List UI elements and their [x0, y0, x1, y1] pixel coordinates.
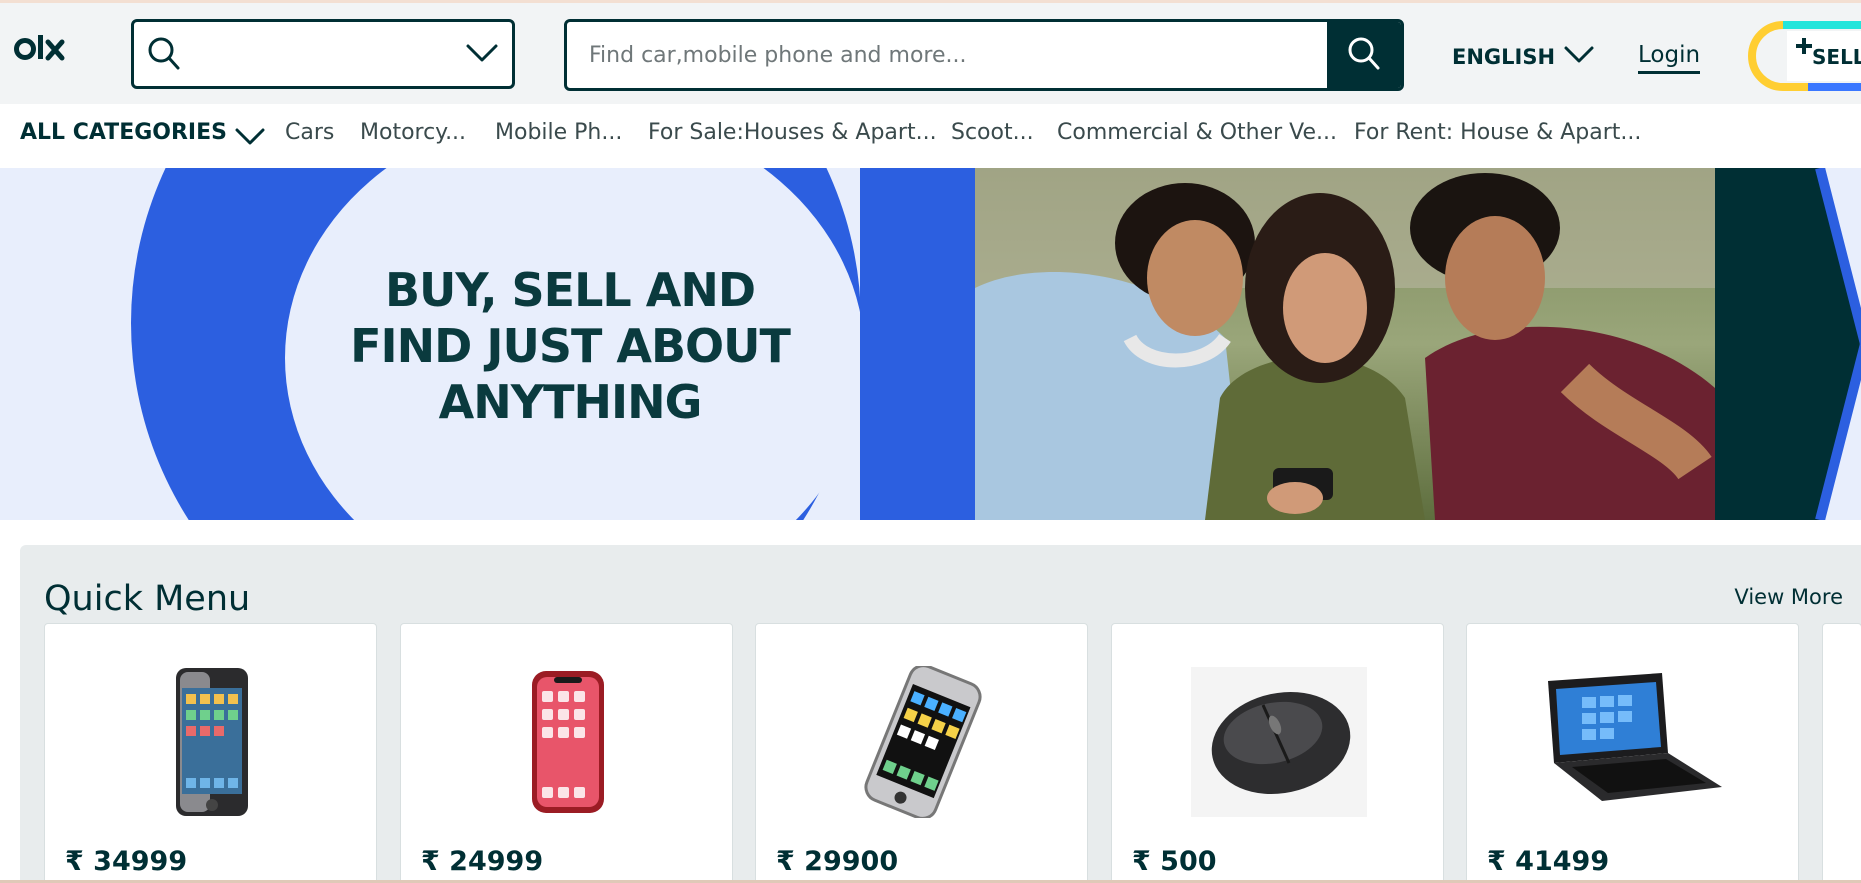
product-price: ₹ 29900 [776, 846, 899, 877]
smartphone-icon [401, 664, 734, 819]
headline-line: ANYTHING [438, 375, 703, 429]
product-price: ₹ 24999 [421, 846, 544, 877]
banner-next-arrow[interactable] [1715, 168, 1861, 520]
computer-mouse-icon [1112, 664, 1445, 819]
product-card[interactable]: ₹ 24999 [400, 623, 733, 883]
product-price: ₹ 500 [1132, 846, 1217, 877]
product-card[interactable] [1822, 623, 1861, 883]
chevron-down-icon [1563, 44, 1595, 71]
headline-line: BUY, SELL AND [384, 263, 756, 317]
login-link[interactable]: Login [1638, 41, 1701, 74]
product-card[interactable]: ₹ 500 [1111, 623, 1444, 883]
banner-headline: BUY, SELL AND FIND JUST ABOUT ANYTHING [340, 262, 800, 430]
sell-label: SELL [1812, 45, 1861, 69]
category-bar: ALL CATEGORIES Cars Motorcy... Mobile Ph… [0, 104, 1861, 168]
laptop-icon [1467, 664, 1800, 819]
view-more-link[interactable]: View More [1734, 585, 1843, 609]
category-item-houses-for-sale[interactable]: For Sale:Houses & Apart... [648, 120, 937, 145]
chevron-down-icon[interactable] [234, 126, 266, 148]
quick-menu-title: Quick Menu [44, 579, 251, 619]
search-icon [1346, 35, 1382, 75]
language-label: ENGLISH [1452, 45, 1556, 69]
category-item-cars[interactable]: Cars [285, 120, 334, 145]
smartphone-icon [45, 664, 378, 819]
product-card[interactable]: ₹ 34999 [44, 623, 377, 883]
category-item-commercial-vehicles[interactable]: Commercial & Other Ve... [1057, 120, 1337, 145]
olx-logo[interactable] [14, 33, 82, 73]
search-bar [564, 19, 1404, 91]
search-button[interactable] [1327, 22, 1401, 88]
banner-blue-panel [860, 168, 975, 520]
sell-button[interactable]: SELL [1748, 21, 1861, 91]
chevron-down-icon[interactable] [465, 40, 499, 66]
smartphone-icon [756, 664, 1089, 819]
product-card[interactable]: ₹ 41499 [1466, 623, 1799, 883]
header: ENGLISH Login SELL [0, 3, 1861, 104]
category-item-scooters[interactable]: Scoot... [951, 120, 1034, 145]
banner-photo-people [975, 168, 1715, 520]
language-selector[interactable]: ENGLISH [1452, 41, 1595, 73]
promo-banner[interactable]: BUY, SELL AND FIND JUST ABOUT ANYTHING [0, 168, 1861, 520]
banner-graphic: BUY, SELL AND FIND JUST ABOUT ANYTHING [0, 168, 975, 520]
category-item-mobile-phones[interactable]: Mobile Ph... [495, 120, 622, 145]
product-price: ₹ 34999 [65, 846, 188, 877]
location-selector[interactable] [131, 19, 515, 89]
category-item-houses-for-rent[interactable]: For Rent: House & Apart... [1354, 120, 1641, 145]
search-icon [147, 36, 181, 72]
category-item-motorcycles[interactable]: Motorcy... [360, 120, 466, 145]
product-card[interactable]: ₹ 29900 [755, 623, 1088, 883]
headline-line: FIND JUST ABOUT [350, 319, 791, 373]
quick-menu: Quick Menu View More ₹ 34999 ₹ 24999 ₹ 2… [20, 545, 1861, 883]
product-price: ₹ 41499 [1487, 846, 1610, 877]
all-categories-label[interactable]: ALL CATEGORIES [20, 120, 227, 145]
search-input[interactable] [567, 22, 1327, 88]
